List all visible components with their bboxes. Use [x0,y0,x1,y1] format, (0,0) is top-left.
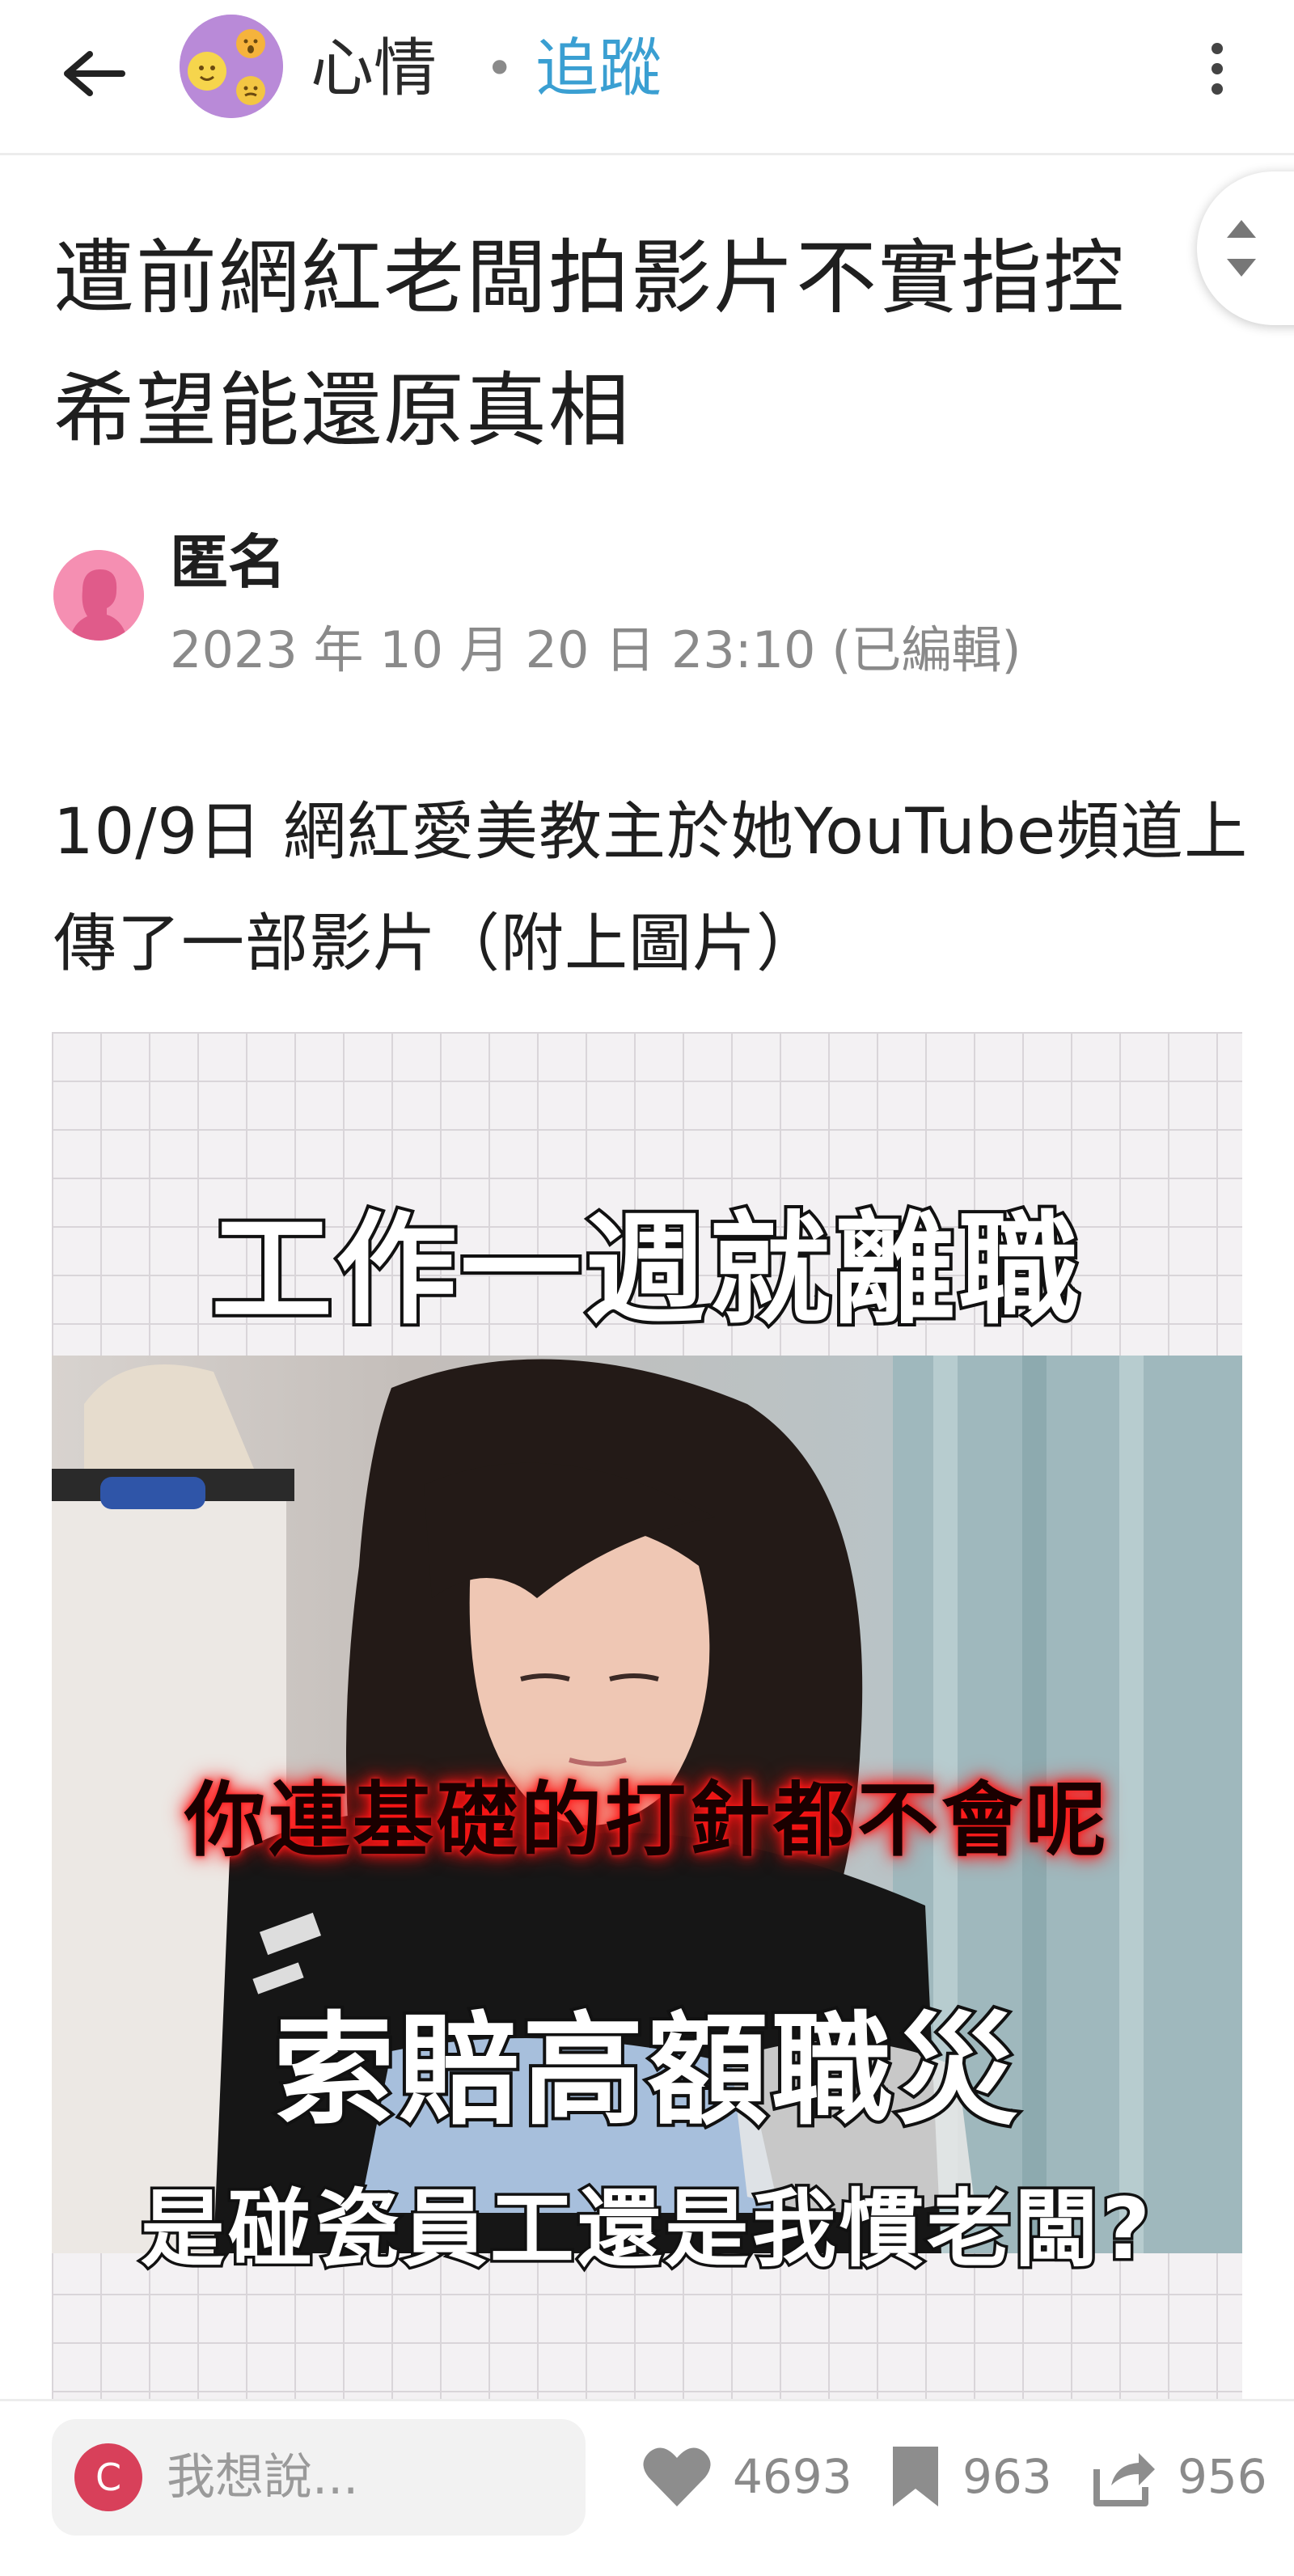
post-image[interactable]: 工作一週就離職 你連基礎的打針都不會呢 索賠高額職災 是碰瓷員工還是我慣老闆? [52,1032,1242,2399]
image-caption-top: 工作一週就離職 [208,1197,1083,1344]
more-options-button[interactable] [1181,24,1254,113]
bottom-action-bar: C 我想說... 4693 963 956 [0,2399,1294,2576]
heart-icon [643,2447,711,2506]
author-name[interactable]: 匿名 [170,526,286,599]
board-name[interactable]: 心情 [311,24,437,113]
arrow-left-icon [64,51,125,96]
board-avatar[interactable] [180,15,283,118]
emoji-faces-icon [180,15,283,118]
image-caption-middle: 你連基礎的打針都不會呢 [184,1773,1110,1867]
triangle-up-icon [1227,220,1256,238]
image-caption-bottom: 索賠高額職災 [270,1998,1021,2145]
like-count: 4693 [733,2449,852,2504]
share-count: 956 [1178,2449,1267,2504]
post-title: 遭前網紅老闆拍影片不實指控 希望能還原真相 [53,231,1126,458]
back-button[interactable] [49,29,137,118]
more-vertical-icon [1212,43,1223,95]
share-icon [1093,2453,1155,2506]
scroll-jump-button[interactable] [1197,171,1294,325]
save-count: 963 [962,2449,1052,2504]
bookmark-icon [893,2447,938,2506]
like-button[interactable]: 4693 [642,2432,852,2521]
author-avatar[interactable] [53,550,144,641]
comment-input[interactable]: C 我想說... [52,2419,586,2536]
triangle-down-icon [1227,259,1256,277]
comment-avatar: C [74,2443,142,2511]
top-app-bar: 心情 • 追蹤 [0,0,1294,155]
post-body-text: 10/9日 網紅愛美教主於她YouTube頻道上傳了一部影片（附上圖片） [53,796,1249,980]
title-separator: • [485,40,514,97]
comment-placeholder: 我想說... [167,2449,359,2506]
image-caption-question: 是碰瓷員工還是我慣老闆? [137,2177,1154,2282]
save-button[interactable]: 963 [890,2432,1052,2521]
share-button[interactable]: 956 [1092,2432,1267,2521]
female-user-icon [53,550,144,641]
follow-button[interactable]: 追蹤 [535,24,662,113]
post-timestamp: 2023 年 10 月 20 日 23:10 (已編輯) [170,620,1021,679]
